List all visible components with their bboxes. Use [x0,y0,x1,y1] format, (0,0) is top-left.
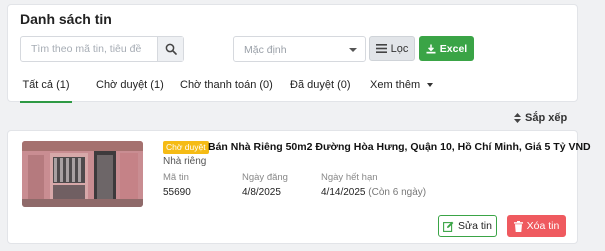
caret-down-icon [427,83,434,88]
listing-thumbnail[interactable] [22,141,143,207]
listing-title[interactable]: Bán Nhà Riêng 50m2 Đường Hòa Hưng, Quận … [208,141,591,153]
days-remaining: (Còn 6 ngày) [368,187,427,198]
excel-button-label: Excel [439,42,468,55]
listing-id-value: 55690 [163,187,191,198]
filter-button[interactable]: Lọc [369,36,415,61]
tab-all[interactable]: Tất cả (1) [20,73,72,103]
sort-order-value: Mặc định [244,44,287,56]
delete-listing-button[interactable]: Xóa tin [507,215,566,237]
search-icon [165,43,177,55]
excel-export-button[interactable]: Excel [419,36,474,61]
page-title: Danh sách tin [20,11,112,27]
posted-date-value: 4/8/2025 [242,187,281,198]
tab-label: Tất cả (1) [22,79,70,91]
status-badge: Chờ duyệt [163,141,209,154]
search-button[interactable] [157,37,183,61]
tab-label: Chờ duyệt (1) [96,79,164,91]
tab-more[interactable]: Xem thêm [370,73,434,103]
edit-icon [443,221,454,232]
posted-date-field: Ngày đăng 4/8/2025 [242,172,288,198]
listing-card: Chờ duyệt Bán Nhà Riêng 50m2 Đường Hòa H… [7,130,591,244]
tab-pending[interactable]: Chờ duyệt (1) [96,73,164,103]
house-photo-image [22,141,143,207]
tab-approved[interactable]: Đã duyệt (0) [290,73,351,103]
tab-label: Chờ thanh toán (0) [180,79,273,91]
expiry-date-field: Ngày hết hạn 4/14/2025 (Còn 6 ngày) [321,172,426,198]
delete-button-label: Xóa tin [526,220,560,232]
edit-listing-button[interactable]: Sửa tin [438,215,497,237]
tab-label: Đã duyệt (0) [290,79,351,91]
filter-button-label: Lọc [390,42,409,55]
listing-filter-panel: Danh sách tin Mặc định Lọc Excel Tất c [7,4,578,103]
property-type: Nhà riêng [163,156,207,167]
search-input[interactable] [21,37,157,61]
sort-order-select[interactable]: Mặc định [233,36,366,62]
filter-lines-icon [375,44,387,53]
expiry-date-row: 4/14/2025 (Còn 6 ngày) [321,187,426,198]
expiry-date-value: 4/14/2025 [321,187,366,198]
chevron-down-icon [349,48,357,52]
edit-button-label: Sửa tin [458,220,492,232]
tab-awaiting-payment[interactable]: Chờ thanh toán (0) [180,73,273,103]
posted-date-label: Ngày đăng [242,172,288,183]
listing-id-label: Mã tin [163,172,189,183]
download-icon [426,44,436,53]
sort-button[interactable]: Sắp xếp [514,112,567,124]
trash-icon [513,220,523,232]
expiry-date-label: Ngày hết hạn [321,172,378,183]
sort-icon [514,113,521,123]
sort-label: Sắp xếp [525,112,568,124]
tab-label: Xem thêm [370,79,421,91]
search-box [20,36,184,62]
listing-id-field: Mã tin 55690 [163,172,191,198]
